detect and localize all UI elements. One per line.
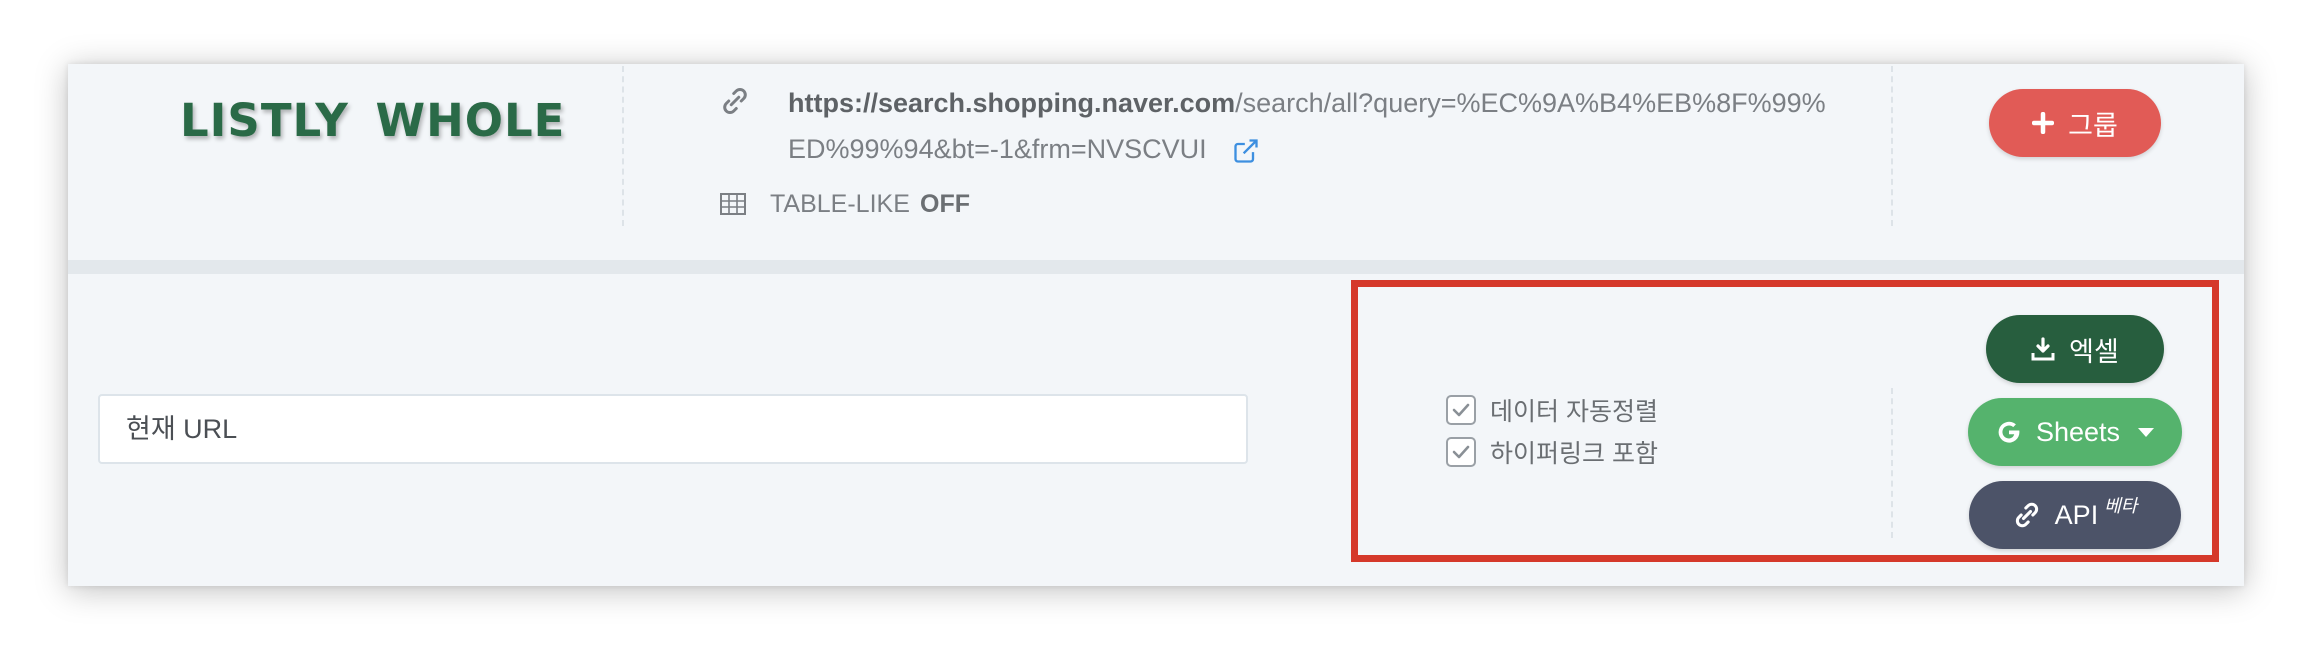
external-link-icon[interactable] [1232,137,1260,165]
include-hyperlink-checkbox[interactable] [1446,437,1476,467]
panel-header: LISTLY WHOLE https://search.shopping.nav… [68,64,2244,260]
logo: LISTLY WHOLE [180,94,566,147]
listly-panel: LISTLY WHOLE https://search.shopping.nav… [68,64,2244,586]
link-icon [723,87,747,115]
api-button[interactable]: API 베타 [1969,481,2181,549]
options-separator [1891,388,1893,538]
source-url: https://search.shopping.naver.com/search… [720,80,1880,172]
check-icon [1452,445,1470,459]
excel-label: 엑셀 [2069,336,2119,367]
header-separator-left [622,66,624,226]
auto-sort-option[interactable]: 데이터 자동정렬 [1446,392,1658,428]
include-hyperlink-option[interactable]: 하이퍼링크 포함 [1446,434,1658,470]
url-path: /search/all?query=%EC%9A%B4%EB%8F%99% [1235,88,1826,118]
url-domain: https://search.shopping.naver.com [788,88,1236,118]
google-icon [1998,421,2020,443]
caret-down-icon[interactable] [2138,427,2155,437]
google-sheets-button[interactable]: Sheets [1968,398,2182,466]
include-hyperlink-label: 하이퍼링크 포함 [1490,440,1658,468]
url-line-2: ED%99%94&bt=-1&frm=NVSCVUI [720,126,1880,172]
check-icon [1452,403,1470,417]
current-url-input[interactable] [98,394,1248,464]
add-group-button[interactable]: 그룹 [1989,89,2161,157]
url-path-continued: ED%99%94&bt=-1&frm=NVSCVUI [788,134,1207,164]
sheets-label: Sheets [2035,416,2121,447]
chain-icon [2015,502,2038,528]
beta-badge: 베타 [2104,496,2138,516]
header-separator-right [1891,66,1893,226]
table-like-label: TABLE-LIKE [770,190,910,218]
table-icon [720,193,746,215]
download-icon [2031,337,2055,361]
api-label: API [2054,499,2099,530]
auto-sort-label: 데이터 자동정렬 [1490,398,1658,426]
header-divider [68,260,2244,274]
excel-download-button[interactable]: 엑셀 [1986,315,2164,383]
table-like-value[interactable]: OFF [920,184,970,224]
auto-sort-checkbox[interactable] [1446,395,1476,425]
plus-icon [2032,112,2055,134]
add-group-label: 그룹 [2068,110,2118,141]
url-line-1: https://search.shopping.naver.com/search… [720,80,1880,126]
